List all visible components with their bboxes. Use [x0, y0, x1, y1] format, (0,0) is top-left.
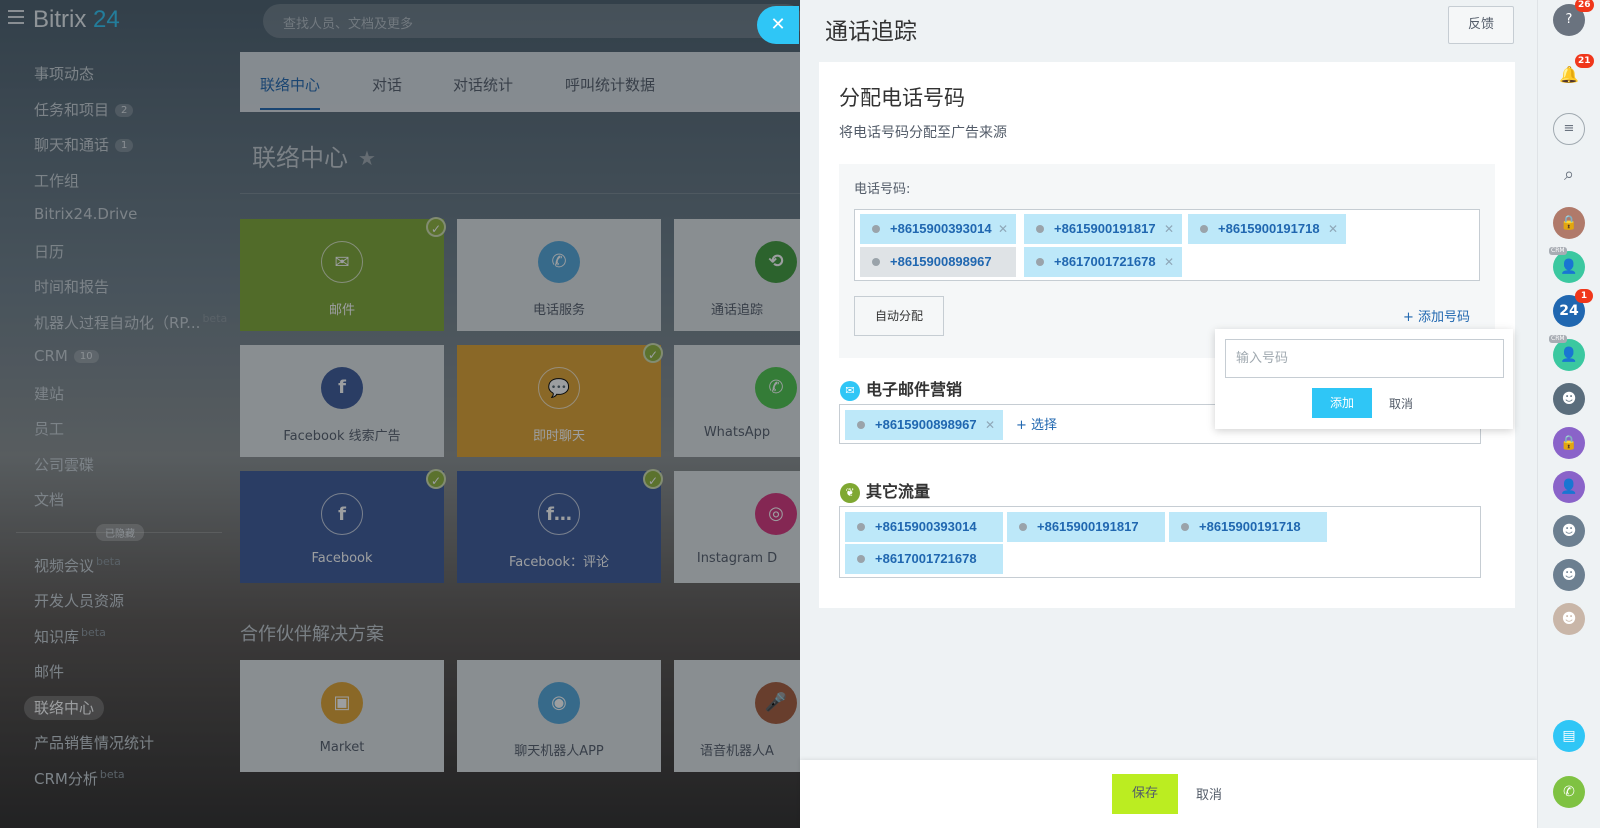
- search-icon[interactable]: ⌕: [1553, 160, 1585, 192]
- save-button[interactable]: 保存: [1112, 774, 1178, 814]
- phone-icon[interactable]: ✆: [1553, 776, 1585, 808]
- remove-icon[interactable]: ✕: [985, 410, 995, 440]
- phone-chip[interactable]: +8617001721678: [845, 544, 1003, 574]
- overlay-dim[interactable]: [0, 0, 800, 828]
- popup-cancel-button[interactable]: 取消: [1389, 395, 1413, 412]
- select-link[interactable]: + 选择: [1016, 414, 1057, 433]
- section-subtitle: 将电话号码分配至广告来源: [839, 125, 1007, 141]
- leaf-icon: ❦: [840, 482, 860, 503]
- email-marketing-title: ✉ 电子邮件营销: [840, 376, 962, 401]
- phone-chip[interactable]: +8615900898967: [860, 247, 1016, 277]
- right-sidebar: ? 26 🔔 21 ≡ ⌕ 🔒 👤 CRM 24 1 👤 CRM ☻ 🔒 👤 ☻ ☻ ☻ …: [1537, 0, 1600, 828]
- lock-icon[interactable]: 🔒: [1553, 427, 1585, 459]
- remove-icon[interactable]: ✕: [1164, 214, 1174, 244]
- user-avatar[interactable]: ☻: [1553, 603, 1585, 635]
- email-marketing-icon: ✉: [840, 380, 860, 401]
- lock-icon[interactable]: 🔒: [1553, 207, 1585, 239]
- b24-avatar[interactable]: 24 1: [1553, 289, 1593, 327]
- phone-chip[interactable]: +8615900898967 ✕: [845, 410, 1003, 440]
- auto-assign-button[interactable]: 自动分配: [854, 296, 944, 336]
- phone-chip[interactable]: +8615900393014: [845, 512, 1003, 542]
- phone-chip[interactable]: +8615900393014 ✕: [860, 214, 1016, 244]
- feedback-button[interactable]: 反馈: [1448, 6, 1514, 44]
- other-traffic-title: ❦ 其它流量: [840, 478, 930, 503]
- popup-add-button[interactable]: 添加: [1312, 388, 1372, 418]
- help-icon[interactable]: ? 26: [1553, 0, 1594, 36]
- crm-contact-avatar[interactable]: 👤 CRM: [1549, 247, 1585, 283]
- panel-footer: 保存 取消: [800, 760, 1537, 828]
- phone-chip[interactable]: +8615900191718: [1169, 512, 1327, 542]
- user-avatar[interactable]: 👤: [1553, 471, 1585, 503]
- number-input[interactable]: [1225, 339, 1504, 378]
- section-title: 分配电话号码: [839, 86, 965, 110]
- add-number-popup: 添加 取消: [1215, 329, 1513, 429]
- phone-chip[interactable]: +8615900191817 ✕: [1024, 214, 1182, 244]
- add-number-link[interactable]: + 添加号码: [1403, 306, 1470, 325]
- user-avatar[interactable]: ☻: [1553, 559, 1585, 591]
- other-traffic-field[interactable]: +8615900393014 +8615900191817 +861590019…: [839, 506, 1481, 578]
- user-avatar[interactable]: ☻: [1553, 515, 1585, 547]
- b24-badge: 1: [1575, 289, 1593, 303]
- user-avatar[interactable]: ☻: [1553, 383, 1585, 415]
- notification-badge: 21: [1575, 54, 1594, 68]
- crm-contact-avatar[interactable]: 👤 CRM: [1549, 335, 1585, 371]
- phone-chip[interactable]: +8615900191817: [1007, 512, 1165, 542]
- phone-label: 电话号码:: [854, 182, 911, 197]
- phone-numbers-field[interactable]: +8615900393014 ✕ +8615900191817 ✕ +8615900…: [854, 209, 1480, 281]
- bell-icon[interactable]: 🔔 21: [1553, 54, 1594, 92]
- doc-icon[interactable]: ▤: [1553, 720, 1585, 752]
- remove-icon[interactable]: ✕: [998, 214, 1008, 244]
- chat-icon[interactable]: ≡: [1553, 113, 1585, 145]
- remove-icon[interactable]: ✕: [1328, 214, 1338, 244]
- panel-title: 通话追踪: [825, 19, 917, 45]
- close-icon[interactable]: ✕: [757, 6, 799, 44]
- help-badge: 26: [1575, 0, 1594, 12]
- phone-chip[interactable]: +8615900191718 ✕: [1188, 214, 1346, 244]
- remove-icon[interactable]: ✕: [1164, 247, 1174, 277]
- phone-chip[interactable]: +8617001721678 ✕: [1024, 247, 1182, 277]
- cancel-button[interactable]: 取消: [1196, 784, 1222, 803]
